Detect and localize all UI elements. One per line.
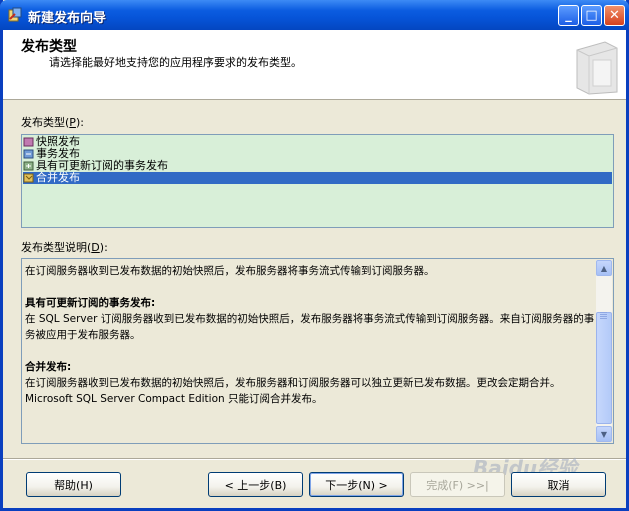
maximize-button[interactable]: □	[581, 5, 602, 26]
finish-button[interactable]: 完成(F) >>|	[410, 472, 505, 497]
page-title: 发布类型	[21, 39, 77, 55]
description-label-suffix: ):	[99, 241, 108, 254]
transaction-icon	[23, 149, 34, 159]
next-button[interactable]: 下一步(N) >	[309, 472, 404, 497]
help-button[interactable]: 帮助(H)	[26, 472, 121, 497]
close-button[interactable]: ✕	[604, 5, 625, 26]
publication-type-label: 发布类型(P):	[21, 116, 84, 129]
scroll-up-button[interactable]: ▲	[596, 260, 612, 276]
description-para-updatable: 在 SQL Server 订阅服务器收到已发布数据的初始快照后，发布服务器将事务…	[25, 313, 595, 341]
description-heading-merge: 合并发布:	[25, 361, 72, 373]
list-item-label: 合并发布	[36, 171, 80, 184]
description-text: 在订阅服务器收到已发布数据的初始快照后，发布服务器将事务流式传输到订阅服务器。 …	[25, 263, 595, 407]
description-box[interactable]: 在订阅服务器收到已发布数据的初始快照后，发布服务器将事务流式传输到订阅服务器。 …	[21, 258, 614, 444]
description-line-1: 在订阅服务器收到已发布数据的初始快照后，发布服务器将事务流式传输到订阅服务器。	[25, 265, 435, 277]
wizard-header: 发布类型 请选择能最好地支持您的应用程序要求的发布类型。	[3, 30, 626, 100]
description-label: 发布类型说明(D):	[21, 241, 108, 254]
scroll-down-button[interactable]: ▼	[596, 426, 612, 442]
window-title: 新建发布向导	[28, 11, 107, 26]
list-item-merge[interactable]: 合并发布	[23, 172, 612, 184]
minimize-button[interactable]: _	[558, 5, 579, 26]
page-subtitle: 请选择能最好地支持您的应用程序要求的发布类型。	[49, 56, 302, 69]
wizard-graphic-icon	[576, 41, 618, 95]
description-scrollbar[interactable]: ▲ ▼	[596, 260, 612, 442]
cancel-button[interactable]: 取消	[511, 472, 606, 497]
description-label-text: 发布类型说明	[21, 241, 87, 254]
scroll-grip-icon	[600, 312, 607, 319]
description-heading-updatable: 具有可更新订阅的事务发布:	[25, 297, 156, 309]
wizard-app-icon	[8, 7, 22, 22]
description-para-merge: 在订阅服务器收到已发布数据的初始快照后，发布服务器和订阅服务器可以独立更新已发布…	[25, 377, 561, 405]
back-button[interactable]: < 上一步(B)	[208, 472, 303, 497]
snapshot-icon	[23, 137, 34, 147]
description-label-key: D	[91, 241, 100, 254]
scroll-thumb[interactable]	[596, 312, 612, 424]
publication-type-list[interactable]: 快照发布 事务发布 具有可更新订阅的事务发布 合并发布	[21, 134, 614, 228]
updatable-icon	[23, 161, 34, 171]
publication-type-label-text: 发布类型	[21, 116, 65, 129]
title-bar[interactable]: 新建发布向导 _ □ ✕	[0, 0, 629, 30]
merge-icon	[23, 173, 34, 183]
list-item-snapshot[interactable]: 快照发布	[23, 136, 612, 148]
publication-type-label-key: P	[69, 116, 76, 129]
list-item-updatable-transaction[interactable]: 具有可更新订阅的事务发布	[23, 160, 612, 172]
publication-type-label-suffix: ):	[75, 116, 84, 129]
wizard-window: 新建发布向导 _ □ ✕ 发布类型 请选择能最好地支持您的应用程序要求的发布类型…	[0, 0, 629, 511]
